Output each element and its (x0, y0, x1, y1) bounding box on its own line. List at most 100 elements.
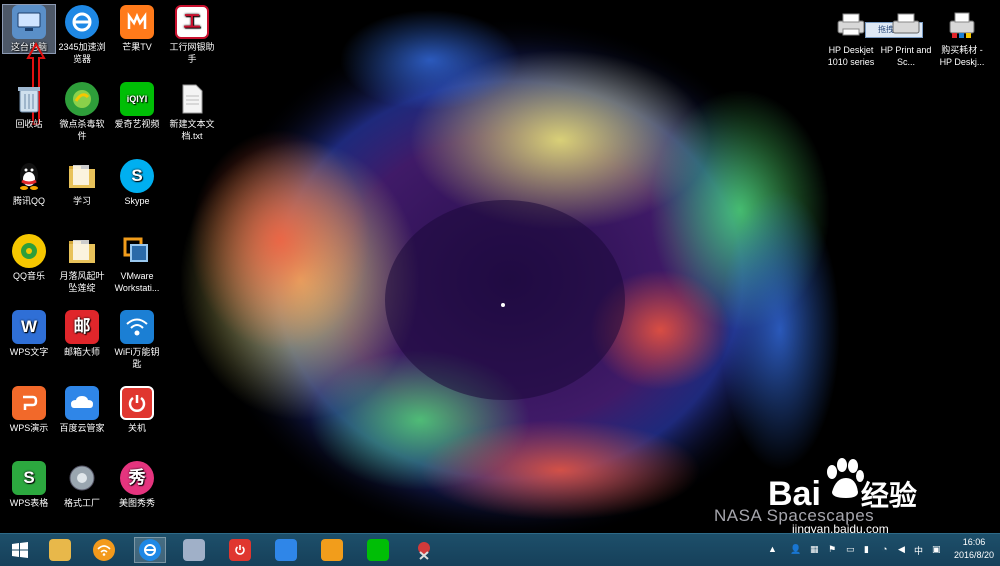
mango-tv-icon (120, 5, 154, 39)
desktop-icon-label: 2345加速浏览器 (58, 42, 106, 64)
tray-flag-icon[interactable]: ⚑ (828, 544, 836, 555)
printer-icon (834, 8, 868, 42)
file-explorer-icon (49, 539, 71, 561)
desktop-icon-label: WPS表格 (9, 498, 49, 508)
taskbar-baidu-cloud[interactable] (270, 537, 302, 563)
desktop-icon-label: Skype (124, 196, 150, 206)
desktop-icon-baidu-cloud[interactable]: 百度云管家 (56, 386, 108, 434)
qq-music-icon (12, 234, 46, 268)
desktop-icon-folder-study[interactable]: 学习 (56, 159, 108, 207)
baidu-brand-text: Bai (768, 475, 821, 513)
desktop-icon-label: 芒果TV (122, 42, 152, 52)
wifi-key-icon (93, 539, 115, 561)
desktop-icon-meitu[interactable]: 秀 美图秀秀 (111, 461, 163, 509)
wifi-key-icon (120, 310, 154, 344)
desktop-icon-wps-writer[interactable]: W WPS文字 (3, 310, 55, 358)
skype-icon: S (120, 159, 154, 193)
desktop-icon-label: 美图秀秀 (118, 498, 155, 508)
desktop-icon-label: 月落风起叶坠莲绽 (59, 271, 105, 293)
taskbar-wifi-key[interactable] (88, 537, 120, 563)
desktop-icon-label: QQ音乐 (12, 271, 45, 281)
tray-clock[interactable]: 16:06 2016/8/20 (954, 536, 994, 562)
taskbar-file-explorer[interactable] (44, 537, 76, 563)
desktop-icon-hp-supplies[interactable]: 购买耗材 - HP Deskj... (934, 8, 990, 68)
tray-ime-indicator[interactable]: 中 (914, 544, 923, 557)
desktop-icon-label: 微点杀毒软件 (59, 119, 105, 141)
desktop-icon-wps-spreadsheet[interactable]: S WPS表格 (3, 461, 55, 509)
desktop-icon-wifi-key[interactable]: WiFi万能钥匙 (111, 310, 163, 370)
baidu-jingyan-watermark: Bai 经验 jingyan.baidu.com (740, 458, 950, 533)
tray-wifi-icon[interactable]: ◔ (882, 544, 887, 554)
tray-overflow-icon[interactable]: ▲ (768, 544, 777, 554)
baidu-brand-suffix: 经验 (860, 480, 917, 511)
folder-icon (65, 234, 99, 268)
desktop-icon-label: 爱奇艺视频 (114, 119, 160, 129)
mail-master-icon: 邮 (65, 310, 99, 344)
taskbar-2345-browser[interactable] (134, 537, 166, 563)
desktop-icon-label: 百度云管家 (59, 423, 105, 433)
desktop-icon-2345-browser[interactable]: 2345加速浏览器 (56, 5, 108, 65)
clock-time: 16:06 (962, 537, 986, 547)
desktop-icon-weidian-antivirus[interactable]: 微点杀毒软件 (56, 82, 108, 142)
desktop-icon-skype[interactable]: S Skype (111, 159, 163, 207)
taskbar-shutdown[interactable] (224, 537, 256, 563)
browser-2345-icon (65, 5, 99, 39)
desktop-icon-format-factory[interactable]: 格式工厂 (56, 461, 108, 509)
desktop-icon-hp-deskjet[interactable]: HP Deskjet 1010 series (822, 8, 880, 68)
hp-print-scan-icon (889, 8, 923, 42)
browser-2345-icon (139, 539, 161, 561)
shutdown-icon (120, 386, 154, 420)
desktop-icon-icbc[interactable]: 工 工行网银助手 (166, 5, 218, 65)
desktop-icon-shutdown[interactable]: 关机 (111, 386, 163, 434)
desktop-icon-label: 新建文本文档.txt (169, 119, 215, 141)
printer-supplies-icon (945, 8, 979, 42)
baidu-url: jingyan.baidu.com (792, 522, 889, 533)
wps-presentation-icon (12, 386, 46, 420)
shutdown-icon (229, 539, 251, 561)
taskbar-paint[interactable] (178, 537, 210, 563)
start-button[interactable] (4, 537, 36, 563)
desktop-icon-label: 回收站 (15, 119, 43, 129)
desktop-icon-iqiyi[interactable]: iQIYI 爱奇艺视频 (111, 82, 163, 130)
desktop-icon-label: 购买耗材 - HP Deskj... (939, 45, 985, 67)
desktop-icon-new-text-file[interactable]: 新建文本文档.txt (166, 82, 218, 142)
meitu-icon: 秀 (120, 461, 154, 495)
taskbar-snipping-tool[interactable] (408, 537, 440, 563)
baidu-brand: Bai 经验 (768, 474, 917, 514)
desktop-icon-mail-master[interactable]: 邮 邮箱大师 (56, 310, 108, 358)
desktop-icon-wps-presentation[interactable]: WPS演示 (3, 386, 55, 434)
taskbar-iqiyi[interactable] (362, 537, 394, 563)
desktop-icon-hp-print-scan[interactable]: HP Print and Sc... (880, 8, 932, 68)
desktop-icon-label: 格式工厂 (63, 498, 100, 508)
clock-date: 2016/8/20 (953, 550, 994, 560)
tray-user-icon[interactable]: 👤 (790, 544, 801, 555)
taskbar: ▲ 👤 ▦ ⚑ ▭ ▮ ◔ ◀ 中 ▣ 16:06 2016/8/20 (0, 533, 1000, 566)
desktop-icon-label: 学习 (72, 196, 91, 206)
desktop-icon-label: HP Print and Sc... (880, 45, 932, 67)
desktop-icon-qq-music[interactable]: QQ音乐 (3, 234, 55, 282)
tray-volume-icon[interactable]: ◀ (898, 544, 905, 555)
qq-icon (12, 159, 46, 193)
snipping-tool-icon (413, 539, 435, 561)
taskbar-vmware[interactable] (316, 537, 348, 563)
desktop-icon-recycle-bin[interactable]: 回收站 (3, 82, 55, 130)
vmware-icon (321, 539, 343, 561)
wps-writer-icon: W (12, 310, 46, 344)
tray-network-icon[interactable]: ▦ (810, 544, 819, 555)
icbc-icon: 工 (175, 5, 209, 39)
desktop-icon-label: 邮箱大师 (63, 347, 100, 357)
desktop-icon-label: HP Deskjet 1010 series (827, 45, 875, 67)
windows-start-icon (12, 542, 28, 558)
desktop-icon-label: WPS演示 (9, 423, 49, 433)
iqiyi-icon: iQIYI (120, 82, 154, 116)
desktop-icon-qq[interactable]: 腾讯QQ (3, 159, 55, 207)
desktop-icon-label: WiFi万能钥匙 (114, 347, 160, 369)
tray-keyboard-icon[interactable]: ▣ (932, 544, 941, 555)
desktop-icon-mango-tv[interactable]: 芒果TV (111, 5, 163, 53)
desktop-icon-folder-yueluo[interactable]: 月落风起叶坠莲绽 (56, 234, 108, 294)
system-tray: ▲ 👤 ▦ ⚑ ▭ ▮ ◔ ◀ 中 ▣ 16:06 2016/8/20 (760, 534, 1000, 566)
desktop-icon-label: 工行网银助手 (169, 42, 215, 64)
desktop-icon-vmware[interactable]: VMware Workstati... (111, 234, 163, 294)
tray-monitor-icon[interactable]: ▭ (846, 544, 855, 555)
tray-battery-icon[interactable]: ▮ (864, 544, 869, 555)
